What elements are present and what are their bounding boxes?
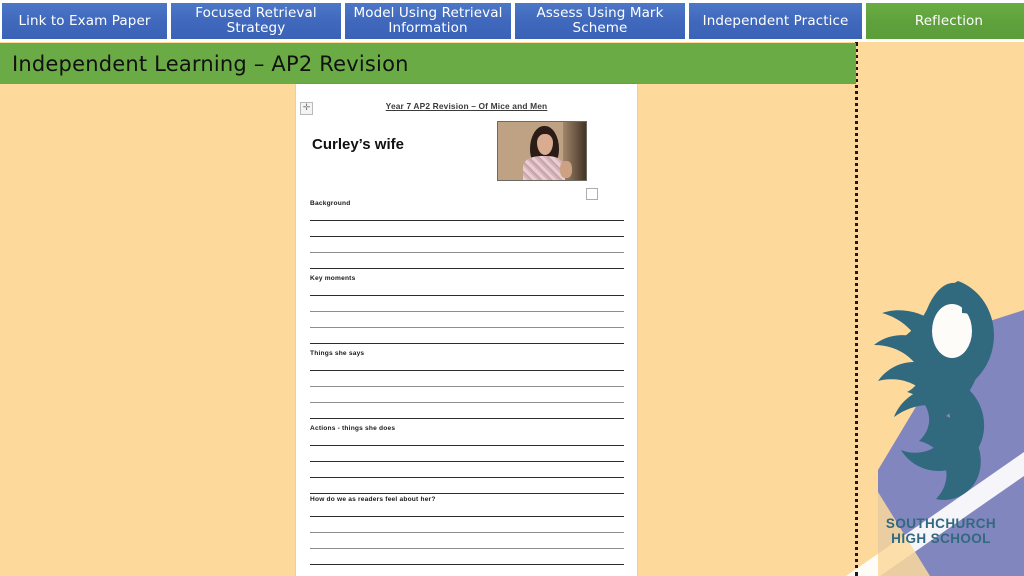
tab-independent-practice[interactable]: Independent Practice bbox=[688, 2, 863, 40]
photo-face bbox=[536, 134, 553, 155]
tab-label: Independent Practice bbox=[702, 12, 849, 29]
writing-line[interactable] bbox=[310, 461, 624, 462]
writing-line[interactable] bbox=[310, 386, 624, 387]
writing-line[interactable] bbox=[310, 268, 624, 269]
writing-line[interactable] bbox=[310, 564, 624, 565]
image-resize-handle[interactable] bbox=[586, 188, 598, 200]
writing-line[interactable] bbox=[310, 493, 624, 494]
school-name-line2: HIGH SCHOOL bbox=[891, 531, 991, 546]
section-label-actions: Actions - things she does bbox=[310, 425, 396, 432]
worksheet-title: Year 7 AP2 Revision – Of Mice and Men bbox=[385, 101, 548, 111]
slide-canvas: SOUTHCHURCH HIGH SCHOOL Link to Exam Pap… bbox=[0, 0, 1024, 576]
school-name: SOUTHCHURCH HIGH SCHOOL bbox=[858, 516, 1024, 546]
writing-line[interactable] bbox=[310, 236, 624, 237]
tab-reflection[interactable]: Reflection bbox=[865, 2, 1024, 40]
writing-line[interactable] bbox=[310, 327, 624, 328]
writing-line[interactable] bbox=[310, 516, 624, 517]
writing-line[interactable] bbox=[310, 220, 624, 221]
section-label-key-moments: Key moments bbox=[310, 275, 356, 282]
photo-arm bbox=[559, 160, 572, 178]
photo-dress bbox=[522, 155, 565, 180]
page-title: Independent Learning – AP2 Revision bbox=[12, 51, 409, 76]
section-label-how-do-we-feel: How do we as readers feel about her? bbox=[310, 496, 436, 503]
writing-line[interactable] bbox=[310, 252, 624, 253]
writing-line[interactable] bbox=[310, 548, 624, 549]
worksheet-heading: Curley’s wife bbox=[312, 136, 404, 153]
school-logo: SOUTHCHURCH HIGH SCHOOL bbox=[858, 0, 1024, 576]
writing-line[interactable] bbox=[310, 402, 624, 403]
tab-model-using-retrieval-information[interactable]: Model Using Retrieval Information bbox=[344, 2, 512, 40]
writing-line[interactable] bbox=[310, 418, 624, 419]
tab-link-to-exam-paper[interactable]: Link to Exam Paper bbox=[1, 2, 168, 40]
writing-line[interactable] bbox=[310, 311, 624, 312]
writing-line[interactable] bbox=[310, 370, 624, 371]
slide-title-banner: Independent Learning – AP2 Revision bbox=[0, 43, 856, 84]
tab-label: Reflection bbox=[914, 12, 984, 29]
writing-line[interactable] bbox=[310, 445, 624, 446]
swan-wing bbox=[874, 310, 939, 417]
writing-line[interactable] bbox=[310, 343, 624, 344]
worksheet-document[interactable]: ✛ Year 7 AP2 Revision – Of Mice and Men … bbox=[296, 84, 637, 576]
tab-label: Focused Retrieval Strategy bbox=[195, 5, 317, 36]
tab-assess-using-mark-scheme[interactable]: Assess Using Mark Scheme bbox=[514, 2, 686, 40]
writing-line[interactable] bbox=[310, 295, 624, 296]
writing-line[interactable] bbox=[310, 477, 624, 478]
school-name-line1: SOUTHCHURCH bbox=[885, 516, 997, 531]
tab-focused-retrieval-strategy[interactable]: Focused Retrieval Strategy bbox=[170, 2, 342, 40]
tab-label: Link to Exam Paper bbox=[18, 12, 151, 29]
swan-icon bbox=[874, 281, 994, 500]
tab-label: Assess Using Mark Scheme bbox=[536, 5, 664, 36]
writing-line[interactable] bbox=[310, 532, 624, 533]
curleys-wife-photo bbox=[497, 121, 587, 181]
navigation-tabbar: Link to Exam Paper Focused Retrieval Str… bbox=[0, 0, 1024, 42]
section-label-background: Background bbox=[310, 200, 351, 207]
section-label-things-she-says: Things she says bbox=[310, 350, 365, 357]
tab-label: Model Using Retrieval Information bbox=[353, 5, 503, 36]
